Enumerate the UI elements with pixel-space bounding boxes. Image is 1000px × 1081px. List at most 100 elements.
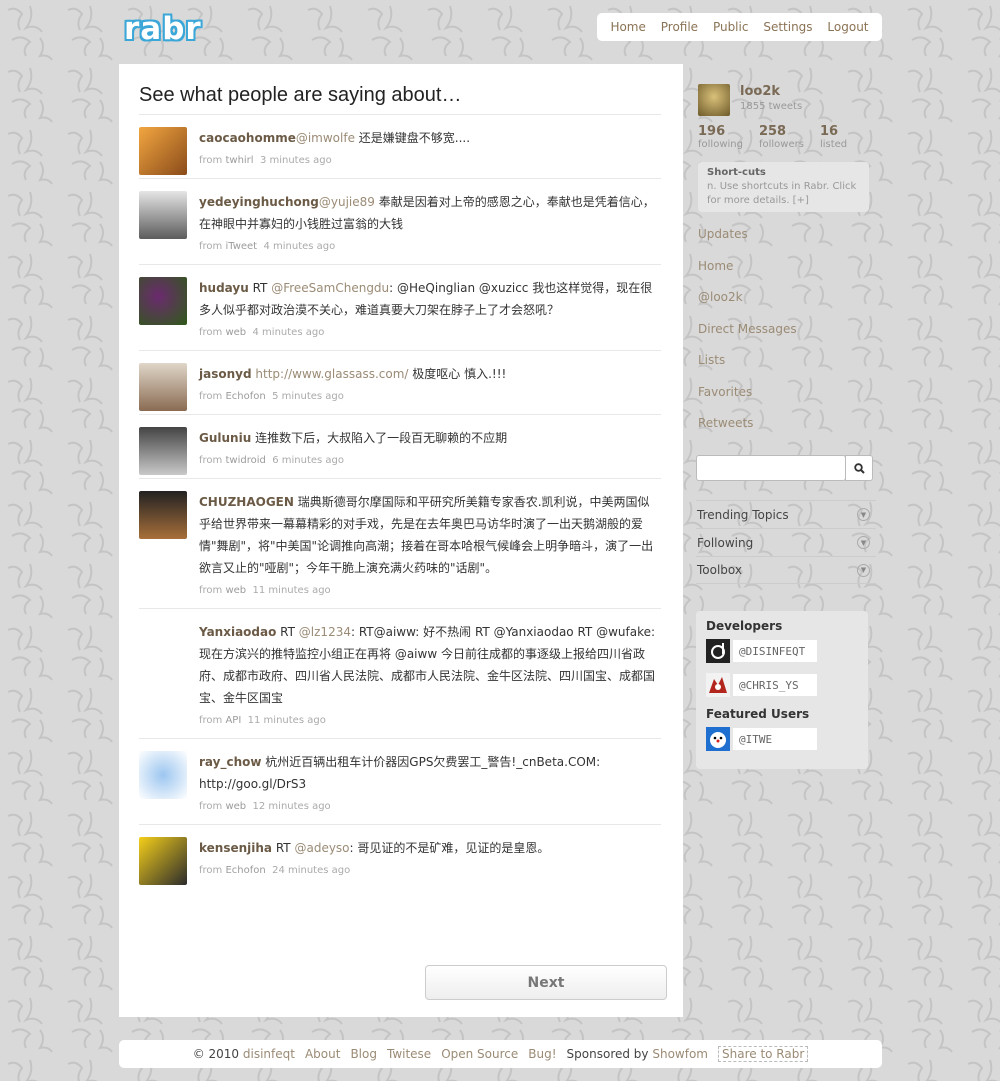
accordion-label: Following [697, 535, 754, 550]
user-avatar[interactable] [139, 837, 187, 885]
nav-logout-link[interactable]: Logout [827, 20, 868, 34]
chevron-down-icon[interactable]: ▼ [857, 536, 870, 549]
tweet-time[interactable]: 4 minutes ago [253, 327, 325, 338]
nav-public-link[interactable]: Public [713, 20, 749, 34]
tweet-username[interactable]: Guluniu [199, 431, 251, 445]
developer-row[interactable]: @DISINFEQT [706, 639, 858, 663]
shortcuts-box[interactable]: Short-cuts n. Use shortcuts in Rabr. Cli… [698, 162, 869, 212]
tweet-text: caocaohomme@imwolfe 还是嫌键盘不够宽.... [199, 127, 661, 149]
share-to-rabr-button[interactable]: Share to Rabr [718, 1046, 809, 1062]
tweet-source[interactable]: web [225, 585, 246, 596]
next-page-button[interactable]: Next [425, 965, 667, 1000]
author-link[interactable]: disinfeqt [243, 1047, 295, 1061]
accordion-following[interactable]: Following ▼ [696, 528, 876, 556]
footer-link-twitese[interactable]: Twitese [387, 1047, 431, 1061]
footer-link-bug[interactable]: Bug! [528, 1047, 556, 1061]
tweet-username[interactable]: CHUZHAOGEN [199, 495, 294, 509]
tweet-time[interactable]: 3 minutes ago [260, 155, 332, 166]
user-avatar[interactable] [139, 427, 187, 475]
tweet-username[interactable]: caocaohomme [199, 131, 296, 145]
sidebar-item-mentions[interactable]: @loo2k [698, 290, 797, 322]
search-input[interactable] [696, 455, 846, 481]
featured-user-row[interactable]: @ITWE [706, 727, 858, 751]
stat-label: followers [758, 139, 804, 150]
stat-following[interactable]: 196 following [698, 124, 743, 150]
tweet-source[interactable]: twhirl [225, 155, 253, 166]
user-avatar[interactable] [139, 363, 187, 411]
from-label: from [199, 455, 223, 466]
profile-avatar[interactable] [698, 84, 730, 116]
tweet-mention[interactable]: @FreeSamChengdu [271, 281, 389, 295]
sidebar-item-updates[interactable]: Updates [698, 227, 797, 259]
accordion-trending-topics[interactable]: Trending Topics ▼ [696, 500, 876, 528]
tweet-source[interactable]: Echofon [225, 391, 265, 402]
sidebar-item-retweets[interactable]: Retweets [698, 416, 797, 448]
nav-settings-link[interactable]: Settings [763, 20, 812, 34]
profile-name[interactable]: loo2k [740, 84, 780, 99]
tweet-mention[interactable]: http://www.glassass.com/ [255, 367, 408, 381]
sidebar-item-home[interactable]: Home [698, 259, 797, 291]
accordion-label: Trending Topics [697, 507, 789, 522]
tweet-mention[interactable]: @imwolfe [296, 131, 355, 145]
from-label: from [199, 801, 223, 812]
tweet-username[interactable]: Yanxiaodao [199, 625, 276, 639]
tweet-source[interactable]: iTweet [225, 241, 257, 252]
tweet-body: 连推数下后，大叔陷入了一段百无聊赖的不应期 [251, 431, 508, 445]
tweet-meta: from web 4 minutes ago [199, 327, 661, 338]
footer-link-blog[interactable]: Blog [350, 1047, 377, 1061]
tweet-time[interactable]: 5 minutes ago [272, 391, 344, 402]
tweet-time[interactable]: 12 minutes ago [253, 801, 331, 812]
developer-row[interactable]: @CHRIS_YS [706, 673, 858, 697]
chevron-down-icon[interactable]: ▼ [857, 563, 870, 577]
nav-profile-link[interactable]: Profile [661, 20, 698, 34]
tweet-source[interactable]: Echofon [225, 865, 265, 876]
user-avatar[interactable] [139, 277, 187, 325]
tweet-time[interactable]: 4 minutes ago [263, 241, 335, 252]
tweet-time[interactable]: 24 minutes ago [272, 865, 350, 876]
footer-link-open-source[interactable]: Open Source [441, 1047, 518, 1061]
tweet-body: : 哥见证的不是矿难，见证的是皇恩。 [349, 841, 550, 855]
user-avatar[interactable] [139, 491, 187, 539]
tweet-mention[interactable]: @lz1234 [299, 625, 351, 639]
tweet-body: 极度呕心 慎入.!!! [408, 367, 507, 381]
rabr-logo[interactable]: rabr [124, 14, 202, 45]
nav-home-link[interactable]: Home [610, 20, 645, 34]
tweet-time[interactable]: 11 minutes ago [253, 585, 331, 596]
tweet-time[interactable]: 11 minutes ago [248, 715, 326, 726]
developer-avatar [706, 673, 730, 697]
sidebar-item-lists[interactable]: Lists [698, 353, 797, 385]
user-avatar[interactable] [139, 751, 187, 799]
tweet-username[interactable]: yedeyinghuchong [199, 195, 319, 209]
sidebar-item-favorites[interactable]: Favorites [698, 385, 797, 417]
tweet-mention[interactable]: @adeyso [294, 841, 349, 855]
sidebar-item-direct-messages[interactable]: Direct Messages [698, 322, 797, 354]
tweet-source[interactable]: API [225, 715, 241, 726]
tweet-username[interactable]: hudayu [199, 281, 249, 295]
tweet-username[interactable]: kensenjiha [199, 841, 272, 855]
from-label: from [199, 327, 223, 338]
stat-listed[interactable]: 16 listed [820, 124, 847, 150]
tweet-username[interactable]: ray_chow [199, 755, 261, 769]
tweet-source[interactable]: web [225, 327, 246, 338]
stat-followers[interactable]: 258 followers [759, 124, 804, 150]
footer-link-about[interactable]: About [305, 1047, 340, 1061]
user-avatar[interactable] [139, 127, 187, 175]
search-button[interactable] [845, 455, 873, 481]
tweet-username[interactable]: jasonyd [199, 367, 252, 381]
chevron-down-icon[interactable]: ▼ [857, 508, 870, 521]
top-navigation: Home Profile Public Settings Logout [597, 13, 882, 41]
featured-user-name: @ITWE [733, 728, 817, 750]
tweet-source[interactable]: web [225, 801, 246, 812]
tweet-item: hudayu RT @FreeSamChengdu: @HeQinglian @… [139, 264, 661, 350]
tweet-prefix: RT [276, 625, 299, 639]
user-avatar[interactable] [139, 621, 187, 669]
sponsor-link[interactable]: Showfom [652, 1047, 708, 1061]
user-avatar[interactable] [139, 191, 187, 239]
tweet-source[interactable]: twidroid [225, 455, 265, 466]
tweet-mention[interactable]: @yujie89 [319, 195, 375, 209]
tweet-text: CHUZHAOGEN 瑞典斯德哥尔摩国际和平研究所美籍专家香农.凯利说，中美两国… [199, 491, 661, 579]
accordion-toolbox[interactable]: Toolbox ▼ [696, 556, 876, 584]
tweet-time[interactable]: 6 minutes ago [272, 455, 344, 466]
tweet-meta: from iTweet 4 minutes ago [199, 241, 661, 252]
footer-sponsor: Sponsored by Showfom [567, 1047, 708, 1061]
